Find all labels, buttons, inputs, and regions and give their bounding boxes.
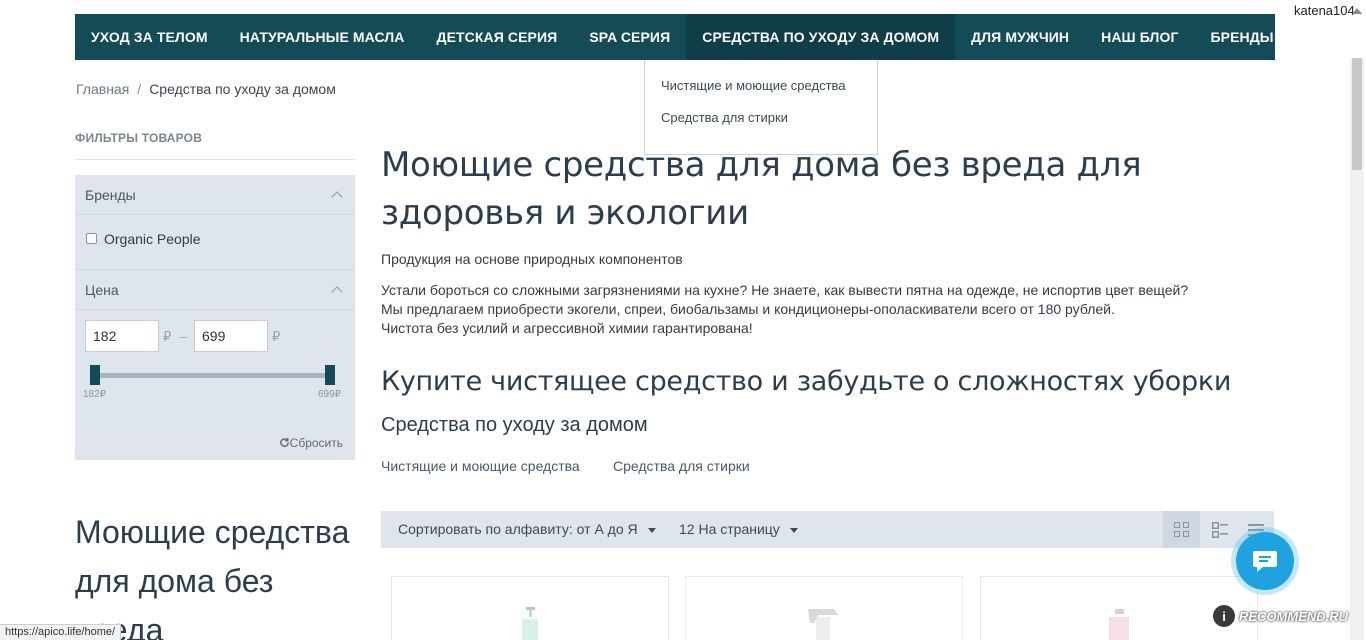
nav-item-spa[interactable]: SPA СЕРИЯ xyxy=(573,14,686,60)
currency-symbol: ₽ xyxy=(272,329,281,344)
sidebar-heading: Моющие средства для дома без вреда xyxy=(75,514,350,640)
filters-title: ФИЛЬТРЫ ТОВАРОВ xyxy=(75,131,203,145)
filter-divider xyxy=(75,269,355,270)
dropdown-item-cleaning[interactable]: Чистящие и моющие средства xyxy=(661,78,846,93)
section-title: Средства по уходу за домом xyxy=(381,414,648,436)
category-link-cleaning[interactable]: Чистящие и моющие средства xyxy=(381,458,580,474)
nav-item-home-care[interactable]: СРЕДСТВА ПО УХОДУ ЗА ДОМОМ xyxy=(686,14,956,60)
watermark-logo-icon: i xyxy=(1213,605,1235,627)
chat-button[interactable] xyxy=(1236,532,1294,590)
breadcrumb-current: Средства по уходу за домом xyxy=(149,81,336,97)
username[interactable]: katena104 xyxy=(1294,3,1355,18)
filters-divider xyxy=(75,159,355,160)
price-min-input[interactable]: 182 xyxy=(85,320,159,352)
nav-item-kids[interactable]: ДЕТСКАЯ СЕРИЯ xyxy=(421,14,574,60)
watermark-text: RECOMMEND.RU xyxy=(1239,608,1349,624)
filter-divider xyxy=(75,214,355,215)
price-range-dash: – xyxy=(180,329,188,344)
price-max-input[interactable]: 699 xyxy=(194,320,268,352)
nav-item-blog[interactable]: НАШ БЛОГ xyxy=(1085,14,1194,60)
price-slider-max-handle[interactable] xyxy=(325,365,335,385)
nav-item-body-care[interactable]: УХОД ЗА ТЕЛОМ xyxy=(75,14,224,60)
brand-option-label[interactable]: Organic People xyxy=(104,231,201,247)
product-image xyxy=(808,609,838,640)
dropdown-item-laundry[interactable]: Средства для стирки xyxy=(661,110,788,125)
nav-item-men[interactable]: ДЛЯ МУЖЧИН xyxy=(955,14,1085,60)
status-bar-url: https://apico.life/home/ xyxy=(0,624,122,640)
body-line-1: Устали бороться со сложными загрязнениям… xyxy=(381,282,1189,298)
reset-label: Сбросить xyxy=(289,436,343,450)
caret-down-icon xyxy=(789,527,798,533)
nav-item-brands[interactable]: БРЕНДЫ xyxy=(1194,14,1289,60)
filter-panel: Бренды Organic People Цена 182 ₽ – 699 ₽… xyxy=(75,175,355,460)
product-image xyxy=(522,607,538,640)
subtitle: Купите чистящее средство и забудьте о сл… xyxy=(381,366,1232,397)
scrollbar[interactable] xyxy=(1350,58,1364,640)
slider-min-label: 182₽ xyxy=(83,389,107,400)
brands-filter-header[interactable]: Бренды xyxy=(85,187,136,203)
watermark: i RECOMMEND.RU xyxy=(1213,605,1348,627)
page-title: Моющие средства для дома без вреда для з… xyxy=(381,145,1142,233)
per-page-dropdown[interactable]: 12 На страницу xyxy=(679,521,798,537)
breadcrumb: Главная / Средства по уходу за домом xyxy=(76,81,336,97)
chat-icon xyxy=(1253,551,1277,572)
caret-down-icon xyxy=(647,527,656,533)
product-image xyxy=(1109,609,1129,640)
price-slider-track[interactable] xyxy=(95,373,331,378)
grid-view-button[interactable] xyxy=(1163,511,1200,548)
brand-checkbox-organic-people[interactable] xyxy=(86,233,97,244)
main-nav: УХОД ЗА ТЕЛОМ НАТУРАЛЬНЫЕ МАСЛА ДЕТСКАЯ … xyxy=(75,14,1275,60)
product-card[interactable] xyxy=(685,576,963,640)
slider-max-label: 699₽ xyxy=(318,389,342,400)
price-slider-min-handle[interactable] xyxy=(90,365,100,385)
grid-view-icon xyxy=(1174,522,1189,537)
breadcrumb-home[interactable]: Главная xyxy=(76,81,129,97)
product-card[interactable] xyxy=(391,576,669,640)
sort-dropdown[interactable]: Сортировать по алфавиту: от А до Я xyxy=(398,521,656,537)
scrollbar-thumb[interactable] xyxy=(1352,58,1362,170)
filter-divider xyxy=(75,309,355,310)
breadcrumb-separator: / xyxy=(137,81,142,97)
body-line-3: Чистота без усилий и агрессивной химии г… xyxy=(381,320,753,336)
body-line-2: Мы предлагаем приобрести экогели, спреи,… xyxy=(381,301,1115,317)
category-link-laundry[interactable]: Средства для стирки xyxy=(613,458,750,474)
currency-symbol: ₽ xyxy=(163,329,172,344)
list-view-button[interactable] xyxy=(1201,511,1238,548)
chevron-up-icon[interactable] xyxy=(331,191,343,203)
intro-text: Продукция на основе природных компоненто… xyxy=(381,251,683,267)
reset-filters-button[interactable]: Сбросить xyxy=(279,436,343,450)
price-filter-header[interactable]: Цена xyxy=(85,282,119,298)
nav-dropdown: Чистящие и моющие средства Средства для … xyxy=(644,60,878,155)
per-page-label: 12 На страницу xyxy=(679,521,780,537)
sort-bar: Сортировать по алфавиту: от А до Я 12 На… xyxy=(381,511,1274,548)
reset-icon xyxy=(279,437,289,447)
list-view-icon xyxy=(1211,521,1228,538)
sort-label: Сортировать по алфавиту: от А до Я xyxy=(398,521,638,537)
chevron-up-icon[interactable] xyxy=(331,286,343,298)
scroll-up-arrow-icon[interactable] xyxy=(1352,8,1362,14)
nav-item-natural-oils[interactable]: НАТУРАЛЬНЫЕ МАСЛА xyxy=(224,14,421,60)
